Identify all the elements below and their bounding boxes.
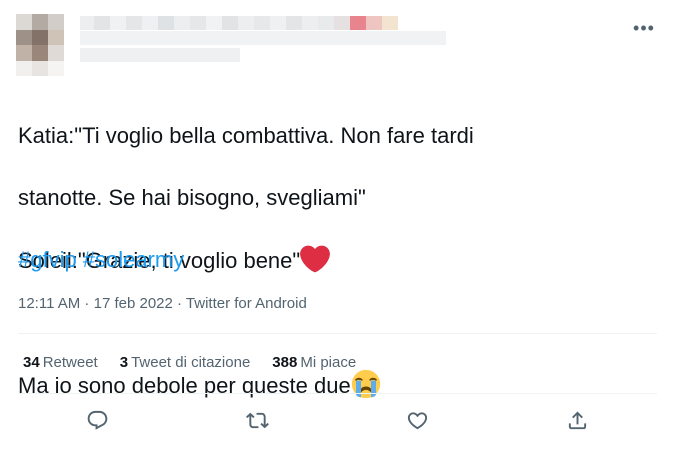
retweets-stat[interactable]: 34 Retweet: [23, 354, 98, 372]
tweet-meta: 12:11 AM · 17 feb 2022 · Twitter for And…: [18, 295, 307, 313]
retweets-count: 34: [23, 354, 40, 371]
tweet-line-4-text: Ma io sono debole per queste due: [18, 373, 351, 398]
tweet-line-2: stanotte. Se hai bisogno, svegliami": [18, 185, 366, 210]
quotes-label: Tweet di citazione: [131, 354, 251, 371]
share-button[interactable]: [557, 400, 597, 440]
tweet-date[interactable]: 17 feb 2022: [94, 295, 173, 312]
tweet-line-1: Katia:"Ti voglio bella combattiva. Non f…: [18, 123, 474, 148]
hashtag-gfvip[interactable]: #gfvip: [18, 247, 77, 272]
divider-top: [18, 333, 657, 334]
action-bar: [18, 400, 657, 440]
retweets-label: Retweet: [42, 354, 98, 371]
more-options-icon[interactable]: •••: [631, 18, 657, 38]
tweet-header: [16, 14, 446, 78]
avatar[interactable]: [16, 14, 64, 76]
like-button[interactable]: [397, 400, 437, 440]
loudly-crying-face-emoji: [351, 369, 380, 399]
reply-icon: [88, 410, 108, 430]
tweet-stats: 34 Retweet 3 Tweet di citazione 388 Mi piac…: [23, 354, 356, 372]
likes-count: 388: [272, 354, 298, 371]
display-name-blurred[interactable]: [80, 16, 432, 30]
handle-blurred: [80, 31, 446, 45]
quotes-stat[interactable]: 3 Tweet di citazione: [120, 354, 251, 372]
retweet-button[interactable]: [238, 400, 278, 440]
reply-button[interactable]: [78, 400, 118, 440]
hashtag-solearmy[interactable]: #solearmy: [83, 247, 184, 272]
red-heart-emoji: [300, 245, 331, 273]
likes-stat[interactable]: 388 Mi piace: [272, 354, 356, 372]
likes-label: Mi piace: [300, 354, 357, 371]
hashtags: #gfvip #solearmy: [18, 244, 190, 275]
retweet-icon: [246, 412, 270, 428]
divider-bottom: [18, 393, 657, 394]
tweet-line-4: Ma io sono debole per queste due: [18, 369, 618, 401]
like-icon: [407, 411, 427, 429]
share-icon: [568, 410, 586, 429]
meta-separator: ·: [80, 295, 94, 312]
tweet-time[interactable]: 12:11 AM: [18, 295, 80, 312]
handle-blurred-2: [80, 48, 240, 62]
tweet-source[interactable]: Twitter for Android: [186, 295, 307, 312]
quotes-count: 3: [119, 354, 129, 371]
meta-separator: ·: [172, 295, 186, 312]
